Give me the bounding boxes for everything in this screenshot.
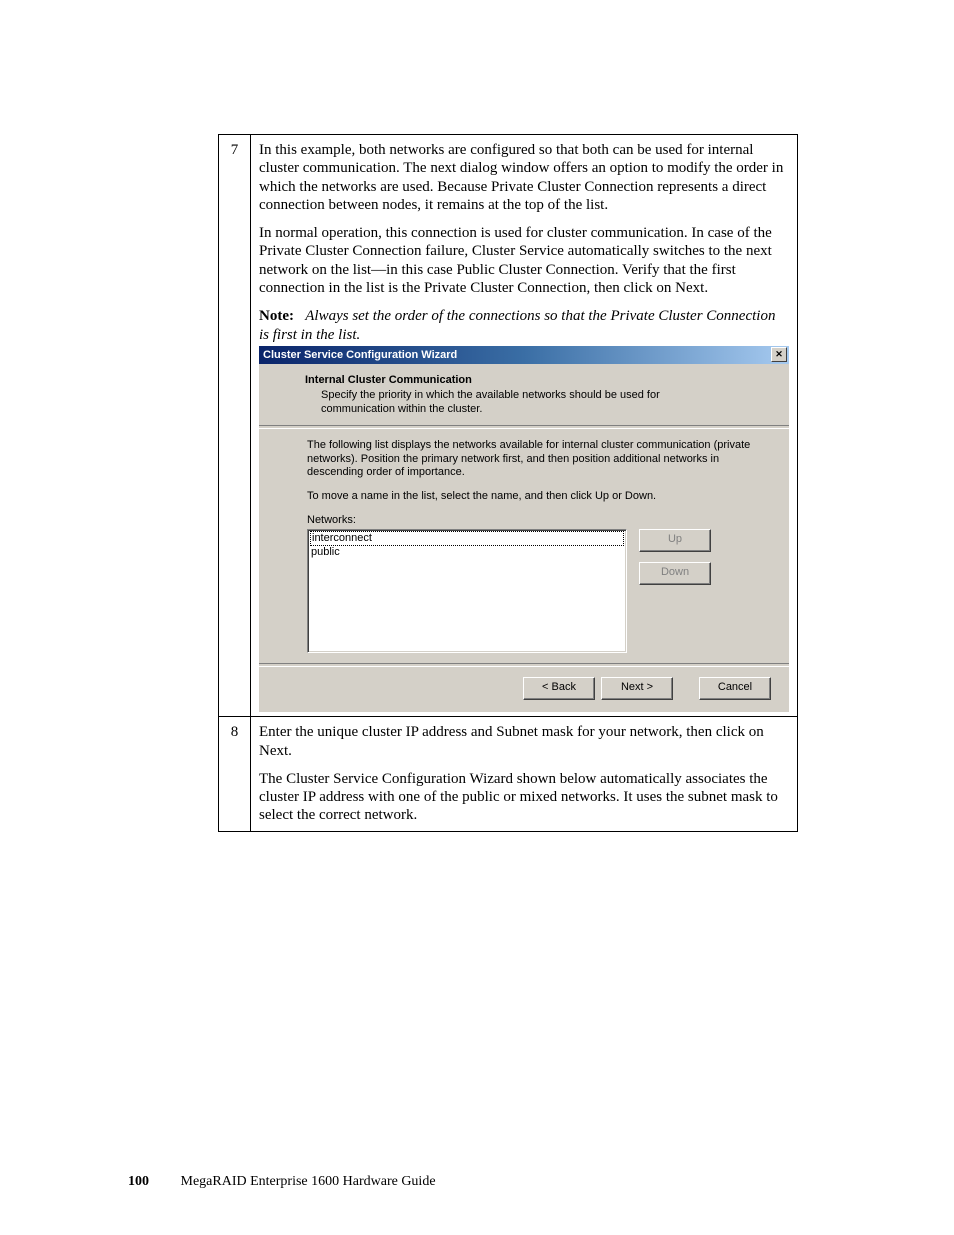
list-item[interactable]: interconnect — [310, 531, 624, 546]
dialog-footer: < Back Next > Cancel — [259, 667, 789, 712]
page: 7 In this example, both networks are con… — [0, 0, 954, 1235]
networks-label: Networks: — [307, 514, 767, 527]
list-item[interactable]: public — [310, 546, 624, 559]
step-body-7: In this example, both networks are confi… — [251, 135, 798, 717]
dialog-para1: The following list displays the networks… — [307, 439, 767, 480]
step-number-7: 7 — [219, 135, 251, 717]
step-number-8: 8 — [219, 717, 251, 831]
step8-para1: Enter the unique cluster IP address and … — [259, 723, 789, 760]
back-button[interactable]: < Back — [523, 677, 595, 700]
dialog-para2: To move a name in the list, select the n… — [307, 490, 767, 504]
wizard-dialog: Cluster Service Configuration Wizard ✕ I… — [259, 346, 789, 712]
networks-listbox[interactable]: interconnect public — [307, 529, 627, 653]
dialog-header-subtitle: Specify the priority in which the availa… — [305, 387, 771, 417]
table-row: 8 Enter the unique cluster IP address an… — [219, 717, 798, 831]
down-button[interactable]: Down — [639, 562, 711, 585]
step7-note: Note: Always set the order of the connec… — [259, 307, 789, 344]
dialog-header: Internal Cluster Communication Specify t… — [259, 364, 789, 425]
updown-buttons: Up Down — [639, 529, 711, 585]
page-number: 100 — [128, 1174, 149, 1189]
step8-para2: The Cluster Service Configuration Wizard… — [259, 770, 789, 825]
step7-para2: In normal operation, this connection is … — [259, 224, 789, 297]
dialog-main: The following list displays the networks… — [259, 429, 789, 663]
note-text: Always set the order of the connections … — [259, 308, 775, 342]
note-label: Note: — [259, 308, 294, 324]
step7-para1: In this example, both networks are confi… — [259, 141, 789, 214]
cancel-button[interactable]: Cancel — [699, 677, 771, 700]
next-button[interactable]: Next > — [601, 677, 673, 700]
networks-row: interconnect public Up Down — [307, 529, 767, 653]
dialog-titlebar: Cluster Service Configuration Wizard ✕ — [259, 346, 789, 364]
dialog-header-title: Internal Cluster Communication — [305, 374, 771, 387]
page-footer: 100 MegaRAID Enterprise 1600 Hardware Gu… — [128, 1174, 436, 1190]
close-icon[interactable]: ✕ — [771, 347, 787, 362]
steps-table: 7 In this example, both networks are con… — [218, 134, 798, 832]
dialog-body: Internal Cluster Communication Specify t… — [259, 364, 789, 712]
spacer — [679, 677, 693, 700]
guide-title: MegaRAID Enterprise 1600 Hardware Guide — [181, 1174, 436, 1189]
step-body-8: Enter the unique cluster IP address and … — [251, 717, 798, 831]
table-row: 7 In this example, both networks are con… — [219, 135, 798, 717]
up-button[interactable]: Up — [639, 529, 711, 552]
dialog-title: Cluster Service Configuration Wizard — [263, 346, 457, 364]
